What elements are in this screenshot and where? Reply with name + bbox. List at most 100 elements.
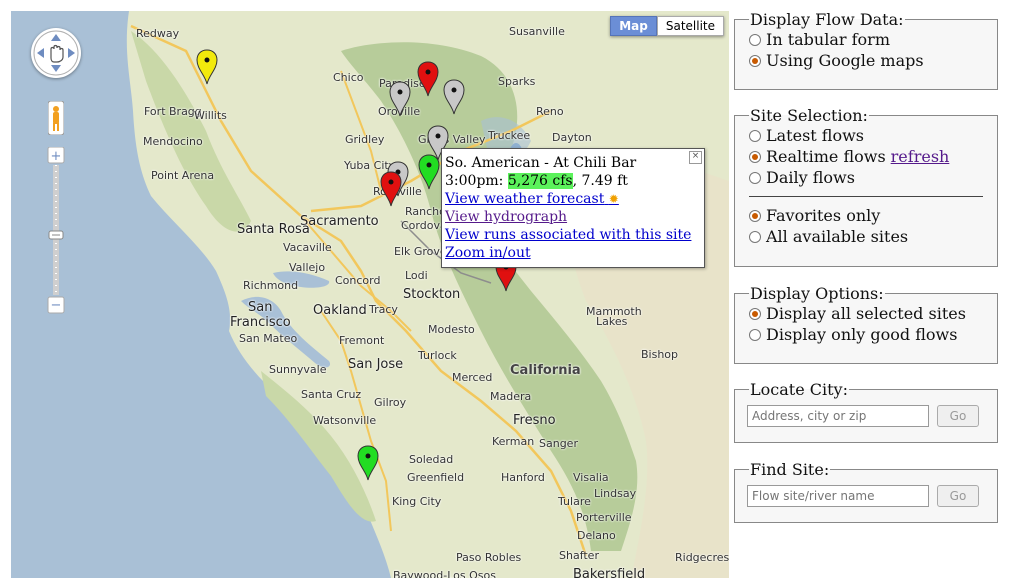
city-label: Gridley (345, 133, 385, 146)
city-label: Watsonville (313, 414, 377, 427)
zoom-slider[interactable]: + − (46, 146, 66, 315)
display-flow-data-legend: Display Flow Data: (750, 10, 904, 29)
locate-city-legend: Locate City: (750, 380, 848, 399)
refresh-link[interactable]: refresh (891, 146, 950, 167)
city-label: Francisco (230, 315, 291, 330)
city-label: San (248, 300, 273, 315)
city-label: Stockton (403, 287, 461, 302)
radio-circle-selected[interactable] (749, 307, 761, 320)
weather-forecast-link-label: View weather forecast (445, 191, 605, 207)
info-window-close-button[interactable]: × (689, 151, 702, 164)
site-selection-group: Site Selection: Latest flows Realtime fl… (734, 106, 998, 267)
city-label: Concord (335, 274, 381, 287)
city-label: Hanford (501, 471, 545, 484)
city-label: Baywood-Los Osos (393, 569, 496, 578)
city-label: San Mateo (239, 332, 298, 345)
red-site-marker[interactable] (417, 61, 439, 97)
radio-all-sites[interactable]: All available sites (749, 226, 997, 247)
radio-label: Using Google maps (766, 51, 924, 70)
city-label: Sunnyvale (269, 363, 327, 376)
city-label: Paso Robles (456, 551, 522, 564)
gray-site-marker[interactable] (443, 79, 465, 115)
city-label: Ridgecrest (675, 551, 729, 564)
radio-label: Favorites only (766, 206, 881, 225)
street-view-pegman-icon[interactable] (48, 101, 64, 135)
runs-link[interactable]: View runs associated with this site (445, 226, 704, 244)
gray-site-marker[interactable] (389, 81, 411, 117)
flow-value: 5,276 cfs (507, 173, 573, 189)
city-label: Lakes (596, 315, 628, 328)
map-view[interactable]: RedwayChicoParadiseSusanvilleOrovilleSpa… (11, 11, 729, 578)
city-label: Sanger (539, 437, 578, 450)
map-type-satellite-button[interactable]: Satellite (656, 16, 724, 36)
city-label: Santa Rosa (237, 222, 310, 237)
radio-label: All available sites (766, 227, 909, 246)
radio-circle[interactable] (749, 171, 761, 184)
pan-control[interactable] (31, 28, 81, 78)
city-label: Visalia (573, 471, 609, 484)
pan-arrows-icon[interactable] (31, 28, 81, 78)
weather-forecast-link[interactable]: View weather forecast ✹ (445, 190, 704, 208)
radio-circle[interactable] (749, 33, 761, 46)
city-label: Richmond (243, 279, 299, 292)
radio-circle[interactable] (749, 328, 761, 341)
city-label: Elk Grove (394, 245, 447, 258)
site-info-window[interactable]: × So. American - At Chili Bar 3:00pm: 5,… (441, 148, 705, 268)
city-label: Merced (452, 371, 493, 384)
city-label: Point Arena (151, 169, 215, 182)
reading-time: 3:00pm: (445, 173, 508, 189)
city-label: Fresno (513, 413, 556, 428)
green-site-marker[interactable] (357, 445, 379, 481)
radio-circle[interactable] (749, 230, 761, 243)
sun-icon: ✹ (608, 192, 619, 206)
city-label: King City (392, 495, 442, 508)
city-label: Soledad (409, 453, 454, 466)
city-label: Mendocino (143, 135, 203, 148)
city-label: Willits (194, 109, 227, 122)
radio-display-all[interactable]: Display all selected sites (749, 303, 997, 324)
city-label: Susanville (509, 25, 565, 38)
find-site-legend: Find Site: (750, 460, 830, 479)
radio-label: Display only good flows (766, 325, 958, 344)
city-label: Fremont (339, 334, 385, 347)
stage-value: , 7.49 ft (572, 173, 628, 189)
city-label: San Jose (348, 357, 404, 372)
zoom-control[interactable]: + − (46, 146, 66, 315)
green-site-marker[interactable] (418, 154, 440, 190)
radio-circle-selected[interactable] (749, 54, 761, 67)
city-label: Lodi (405, 269, 428, 282)
map-type-map-button[interactable]: Map (610, 16, 657, 36)
radio-circle[interactable] (749, 129, 761, 142)
locate-city-group: Locate City: Go (734, 380, 998, 443)
red-site-marker[interactable] (380, 171, 402, 207)
find-site-input[interactable] (747, 485, 929, 507)
radio-circle-selected[interactable] (749, 150, 761, 163)
radio-google-maps[interactable]: Using Google maps (749, 50, 997, 71)
city-label: Rancho (405, 205, 446, 218)
radio-latest-flows[interactable]: Latest flows (749, 125, 997, 146)
city-label: Gilroy (374, 396, 407, 409)
city-label: Tulare (558, 495, 591, 508)
city-label: Vacaville (283, 241, 332, 254)
region-label: California (510, 363, 581, 378)
radio-tabular[interactable]: In tabular form (749, 29, 997, 50)
display-options-legend: Display Options: (750, 284, 884, 303)
display-options-group: Display Options: Display all selected si… (734, 284, 998, 364)
hydrograph-link[interactable]: View hydrograph (445, 208, 704, 226)
yellow-site-marker[interactable] (196, 49, 218, 85)
city-label: Redway (136, 27, 180, 40)
zoom-in-out-link[interactable]: Zoom in/out (445, 244, 704, 262)
city-label: Oakland (313, 303, 367, 318)
radio-daily-flows[interactable]: Daily flows (749, 167, 997, 188)
city-label: Turlock (418, 349, 457, 362)
radio-display-good[interactable]: Display only good flows (749, 324, 997, 345)
radio-favorites-only[interactable]: Favorites only (749, 205, 997, 226)
map-type-control[interactable]: Map Satellite (610, 16, 724, 36)
locate-city-input[interactable] (747, 405, 929, 427)
radio-circle-selected[interactable] (749, 209, 761, 222)
radio-realtime-flows[interactable]: Realtime flows refresh (749, 146, 997, 167)
radio-label: Latest flows (766, 126, 864, 145)
city-label: Kerman (492, 435, 535, 448)
locate-city-go-button[interactable]: Go (937, 405, 979, 427)
find-site-go-button[interactable]: Go (937, 485, 979, 507)
